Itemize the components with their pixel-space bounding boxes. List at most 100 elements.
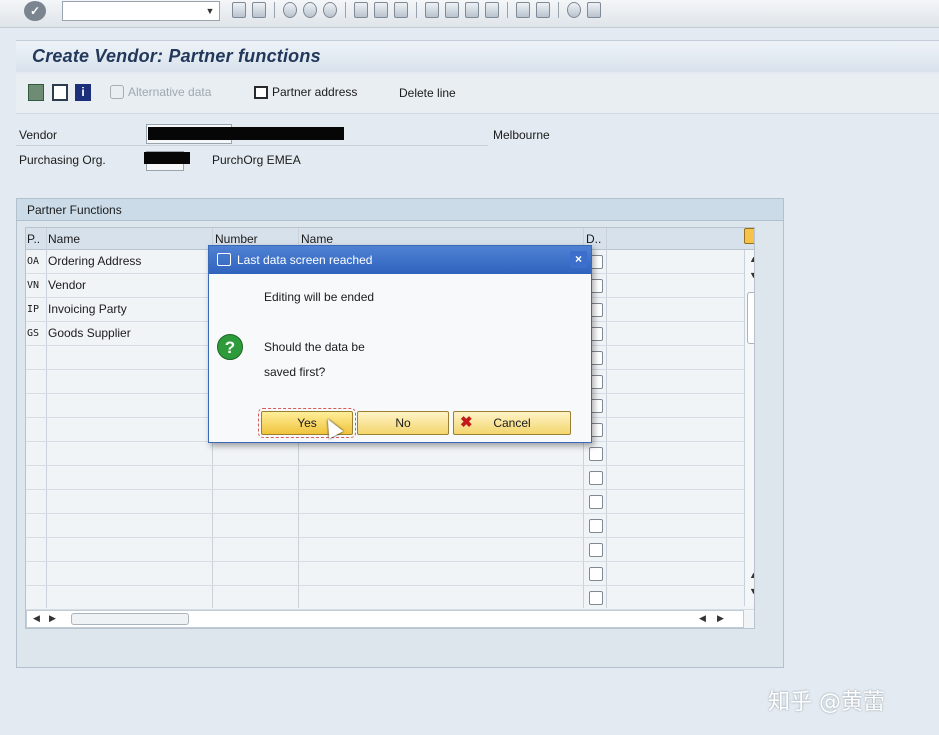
- find-icon[interactable]: [374, 2, 388, 18]
- vendor-city: Melbourne: [493, 128, 550, 142]
- create-session-icon[interactable]: [516, 2, 530, 18]
- row-checkbox[interactable]: [589, 519, 603, 533]
- row-name: Goods Supplier: [48, 326, 131, 340]
- info-icon[interactable]: i: [75, 84, 91, 101]
- cancel-button[interactable]: ✖ Cancel: [453, 411, 571, 435]
- scroll-right-icon[interactable]: ▶: [49, 613, 56, 624]
- table-row[interactable]: [26, 442, 754, 466]
- dialog-message-line2: Should the data be: [264, 340, 365, 354]
- display-document-icon[interactable]: [52, 84, 68, 101]
- scroll-right-icon[interactable]: ▶: [717, 613, 724, 624]
- command-field[interactable]: ▼: [62, 1, 220, 21]
- table-settings-icon[interactable]: [744, 228, 754, 244]
- scroll-left-icon[interactable]: ◀: [699, 613, 706, 624]
- alternative-data-icon: [110, 85, 124, 99]
- question-icon: ?: [217, 334, 243, 360]
- toolbar-separator: [507, 2, 508, 18]
- vendor-redaction: [148, 127, 344, 140]
- dialog-message-line1: Editing will be ended: [264, 290, 375, 304]
- shortcut-icon[interactable]: [536, 2, 550, 18]
- system-icons: [232, 2, 601, 18]
- table-row[interactable]: [26, 562, 754, 586]
- partner-address-button[interactable]: Partner address: [254, 85, 357, 99]
- row-checkbox[interactable]: [589, 543, 603, 557]
- horizontal-scrollbar[interactable]: ◀ ▶ ◀ ▶: [26, 610, 744, 628]
- application-toolbar: i Alternative data Partner address Delet…: [16, 74, 939, 114]
- partner-functions-title: Partner Functions: [17, 199, 783, 221]
- save-icon[interactable]: [252, 2, 266, 18]
- toolbar-separator: [416, 2, 417, 18]
- purchasing-org-redaction: [144, 152, 190, 164]
- partner-address-label: Partner address: [272, 85, 358, 99]
- dialog-title: Last data screen reached: [237, 253, 373, 267]
- purchasing-org-text: PurchOrg EMEA: [212, 153, 301, 167]
- delete-line-button[interactable]: Delete line: [399, 86, 456, 100]
- col-header-p[interactable]: P..: [27, 232, 40, 246]
- row-code: OA: [27, 256, 40, 267]
- table-row[interactable]: [26, 586, 754, 610]
- row-code: IP: [27, 304, 40, 315]
- row-checkbox[interactable]: [589, 567, 603, 581]
- scroll-page-up-icon[interactable]: ▲: [749, 570, 754, 580]
- title-bar: Create Vendor: Partner functions: [16, 40, 939, 72]
- dialog-title-bar[interactable]: Last data screen reached ×: [209, 246, 591, 274]
- purchasing-org-label: Purchasing Org.: [19, 153, 106, 167]
- col-header-number[interactable]: Number: [215, 232, 258, 246]
- back-nav-icon[interactable]: [283, 2, 297, 18]
- vendor-label: Vendor: [19, 128, 58, 142]
- scroll-left-icon[interactable]: ◀: [33, 613, 40, 624]
- vertical-scroll-thumb[interactable]: [747, 292, 754, 344]
- table-row[interactable]: [26, 490, 754, 514]
- row-name: Vendor: [48, 278, 87, 292]
- cancel-icon[interactable]: [323, 2, 337, 18]
- print-icon[interactable]: [354, 2, 368, 18]
- chevron-down-icon[interactable]: ▼: [203, 4, 217, 18]
- layout-icon[interactable]: [587, 2, 601, 18]
- page-title: Create Vendor: Partner functions: [32, 46, 321, 66]
- toolbar-separator: [274, 2, 275, 18]
- system-toolbar: ✓ ▼: [0, 0, 939, 28]
- alternative-data-button[interactable]: Alternative data: [110, 85, 211, 99]
- cancel-button-label: Cancel: [493, 416, 531, 430]
- vertical-scrollbar[interactable]: ▲ ▼ ▲ ▼: [744, 250, 754, 606]
- dialog-window-icon: [217, 253, 231, 266]
- row-checkbox[interactable]: [589, 447, 603, 461]
- row-code: VN: [27, 280, 40, 291]
- vendor-row-line: [16, 145, 488, 146]
- table-row[interactable]: [26, 514, 754, 538]
- row-checkbox[interactable]: [589, 471, 603, 485]
- cancel-x-icon: ✖: [460, 414, 473, 431]
- table-row[interactable]: [26, 466, 754, 490]
- exit-icon[interactable]: [303, 2, 317, 18]
- find-next-icon[interactable]: [394, 2, 408, 18]
- row-code: GS: [27, 328, 40, 339]
- enter-icon[interactable]: ✓: [24, 1, 46, 21]
- row-name: Ordering Address: [48, 254, 142, 268]
- help-icon[interactable]: [567, 2, 581, 18]
- scroll-up-icon[interactable]: ▲: [749, 254, 754, 264]
- last-page-icon[interactable]: [485, 2, 499, 18]
- row-name: Invoicing Party: [48, 302, 127, 316]
- scroll-down-icon[interactable]: ▼: [749, 270, 754, 280]
- close-icon[interactable]: ×: [570, 251, 587, 268]
- col-header-name2[interactable]: Name: [301, 232, 333, 246]
- row-checkbox[interactable]: [589, 591, 603, 605]
- partner-address-icon: [254, 85, 268, 99]
- toolbar-separator: [345, 2, 346, 18]
- dialog-message-line3: saved first?: [264, 365, 326, 379]
- horizontal-scroll-thumb[interactable]: [71, 613, 189, 625]
- row-checkbox[interactable]: [589, 495, 603, 509]
- save-confirmation-dialog: Last data screen reached × Editing will …: [208, 245, 592, 443]
- other-vendor-icon[interactable]: [28, 84, 44, 101]
- toolbar-separator: [558, 2, 559, 18]
- table-row[interactable]: [26, 538, 754, 562]
- col-header-d[interactable]: D..: [586, 232, 601, 246]
- first-page-icon[interactable]: [425, 2, 439, 18]
- scroll-page-down-icon[interactable]: ▼: [749, 586, 754, 596]
- next-page-icon[interactable]: [465, 2, 479, 18]
- prev-page-icon[interactable]: [445, 2, 459, 18]
- back-icon[interactable]: [232, 2, 246, 18]
- col-header-name[interactable]: Name: [48, 232, 80, 246]
- no-button[interactable]: No: [357, 411, 449, 435]
- watermark: 知乎 @黄蕾: [768, 690, 885, 715]
